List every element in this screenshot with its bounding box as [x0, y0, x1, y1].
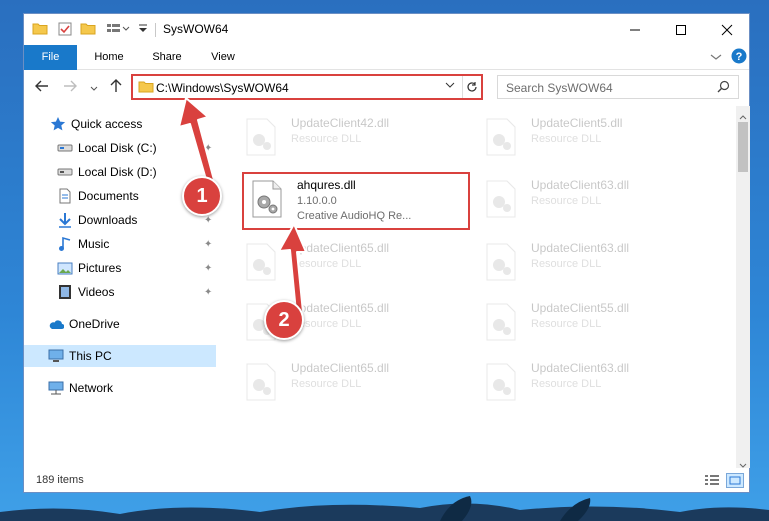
annotation-arrows: [178, 97, 307, 313]
step-marker-1: 1: [182, 176, 222, 216]
desktop-background: [0, 496, 769, 521]
step-marker-2: 2: [264, 300, 304, 340]
arrow-2-icon: [278, 223, 307, 313]
arrow-1-icon: [178, 97, 215, 184]
